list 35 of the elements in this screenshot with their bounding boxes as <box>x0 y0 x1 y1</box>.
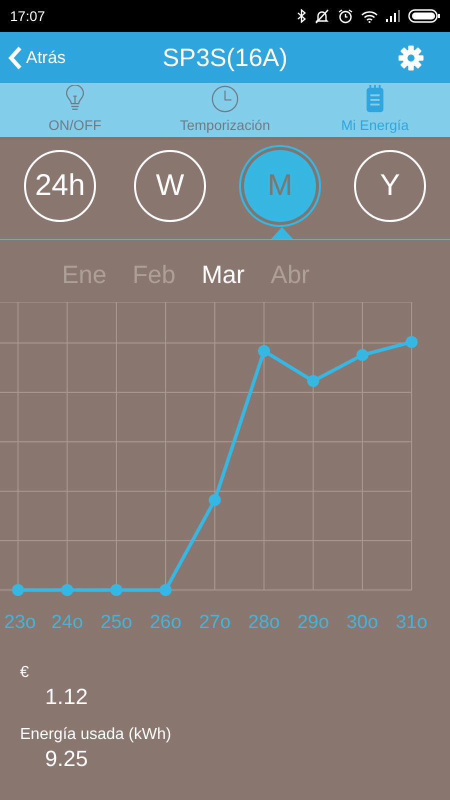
stat-label: € <box>20 664 29 681</box>
signal-icon <box>386 10 400 22</box>
tab[interactable]: Mi Energía <box>300 83 450 137</box>
x-axis-label: 30o <box>346 612 378 633</box>
bell-icon <box>314 8 330 24</box>
stat-value: 1.12 <box>45 684 88 709</box>
wifi-icon <box>361 10 378 22</box>
period-button[interactable]: 24h <box>24 150 96 222</box>
period-button[interactable]: M <box>244 150 316 222</box>
month-tab[interactable]: Mar <box>202 256 245 296</box>
back-button[interactable]: Atrás <box>0 32 74 83</box>
screen-title: SP3S(16A) <box>162 43 288 74</box>
battery-icon <box>408 9 440 23</box>
x-axis-label: 28o <box>248 612 280 633</box>
x-axis-label: 23o <box>4 612 36 633</box>
chevron-left-icon <box>8 46 22 70</box>
clock-time: 17:07 <box>10 6 46 26</box>
period-button[interactable]: Y <box>354 150 426 222</box>
stat-label: Energía usada (kWh) <box>20 726 172 743</box>
x-axis-label: 25o <box>100 612 132 633</box>
x-axis-label: 26o <box>150 612 182 633</box>
x-axis-label: 29o <box>297 612 330 633</box>
settings-icon <box>398 44 424 70</box>
x-axis-label: 27o <box>198 612 231 633</box>
period-button[interactable]: W <box>134 150 206 222</box>
stat-value: 9.25 <box>45 746 88 771</box>
clock-icon <box>210 85 240 113</box>
tab[interactable]: ON/OFF <box>0 83 150 137</box>
tab[interactable]: Temporización <box>150 83 300 137</box>
pointer-icon <box>271 227 293 239</box>
alarm-icon <box>338 8 353 24</box>
x-axis-label: 24o <box>51 612 84 633</box>
x-axis-label: 31o <box>396 612 428 633</box>
bluetooth-icon <box>297 9 306 23</box>
light-bulb-icon <box>64 85 86 113</box>
